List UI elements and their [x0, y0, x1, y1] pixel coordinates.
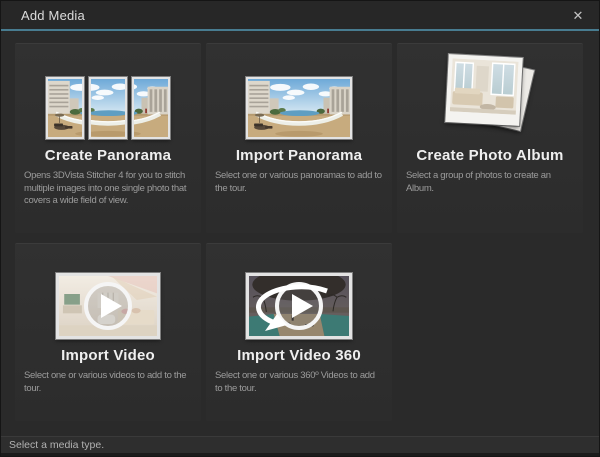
import-panorama-thumbnail — [206, 44, 392, 140]
add-media-dialog: Add Media ✕ Create Panorama Opens 3DVist… — [0, 0, 600, 457]
card-import-panorama[interactable]: Import Panorama Select one or various pa… — [206, 43, 392, 233]
statusbar: Select a media type. — [1, 436, 599, 456]
card-title-import-video: Import Video — [15, 347, 201, 364]
titlebar: Add Media ✕ — [1, 1, 599, 31]
panorama-slice-3-image — [132, 77, 170, 139]
create-panorama-thumbnails — [15, 44, 201, 140]
card-import-video[interactable]: Import Video Select one or various video… — [15, 243, 201, 421]
card-desc-create-panorama: Opens 3DVista Stitcher 4 for you to stit… — [24, 170, 193, 208]
panorama-slice-1-image — [46, 77, 84, 139]
card-title-import-video-360: Import Video 360 — [206, 347, 392, 364]
card-desc-create-photo-album: Select a group of photos to create an Al… — [406, 170, 575, 195]
card-create-photo-album[interactable]: Create Photo Album Select a group of pho… — [397, 43, 583, 233]
panorama-image — [246, 77, 352, 139]
card-create-panorama[interactable]: Create Panorama Opens 3DVista Stitcher 4… — [15, 43, 201, 233]
card-desc-import-video: Select one or various videos to add to t… — [24, 370, 193, 395]
panorama-slice-2-image — [89, 77, 127, 139]
photo-stack — [444, 54, 536, 140]
card-title-import-panorama: Import Panorama — [206, 147, 392, 164]
card-desc-import-panorama: Select one or various panoramas to add t… — [215, 170, 384, 195]
card-title-create-photo-album: Create Photo Album — [397, 147, 583, 164]
photo-front — [445, 54, 522, 126]
card-title-create-panorama: Create Panorama — [15, 147, 201, 164]
close-icon[interactable]: ✕ — [567, 1, 589, 30]
video-360-image — [246, 273, 352, 339]
video-image — [56, 273, 160, 339]
dialog-title: Add Media — [21, 1, 85, 30]
status-message: Select a media type. — [9, 437, 104, 453]
photo-album-thumbnail — [397, 44, 583, 140]
card-import-video-360[interactable]: Import Video 360 Select one or various 3… — [206, 243, 392, 421]
media-card-grid: Create Panorama Opens 3DVista Stitcher 4… — [15, 43, 583, 421]
import-video-360-thumbnail — [206, 244, 392, 340]
card-desc-import-video-360: Select one or various 360º Videos to add… — [215, 370, 384, 395]
import-video-thumbnail — [15, 244, 201, 340]
